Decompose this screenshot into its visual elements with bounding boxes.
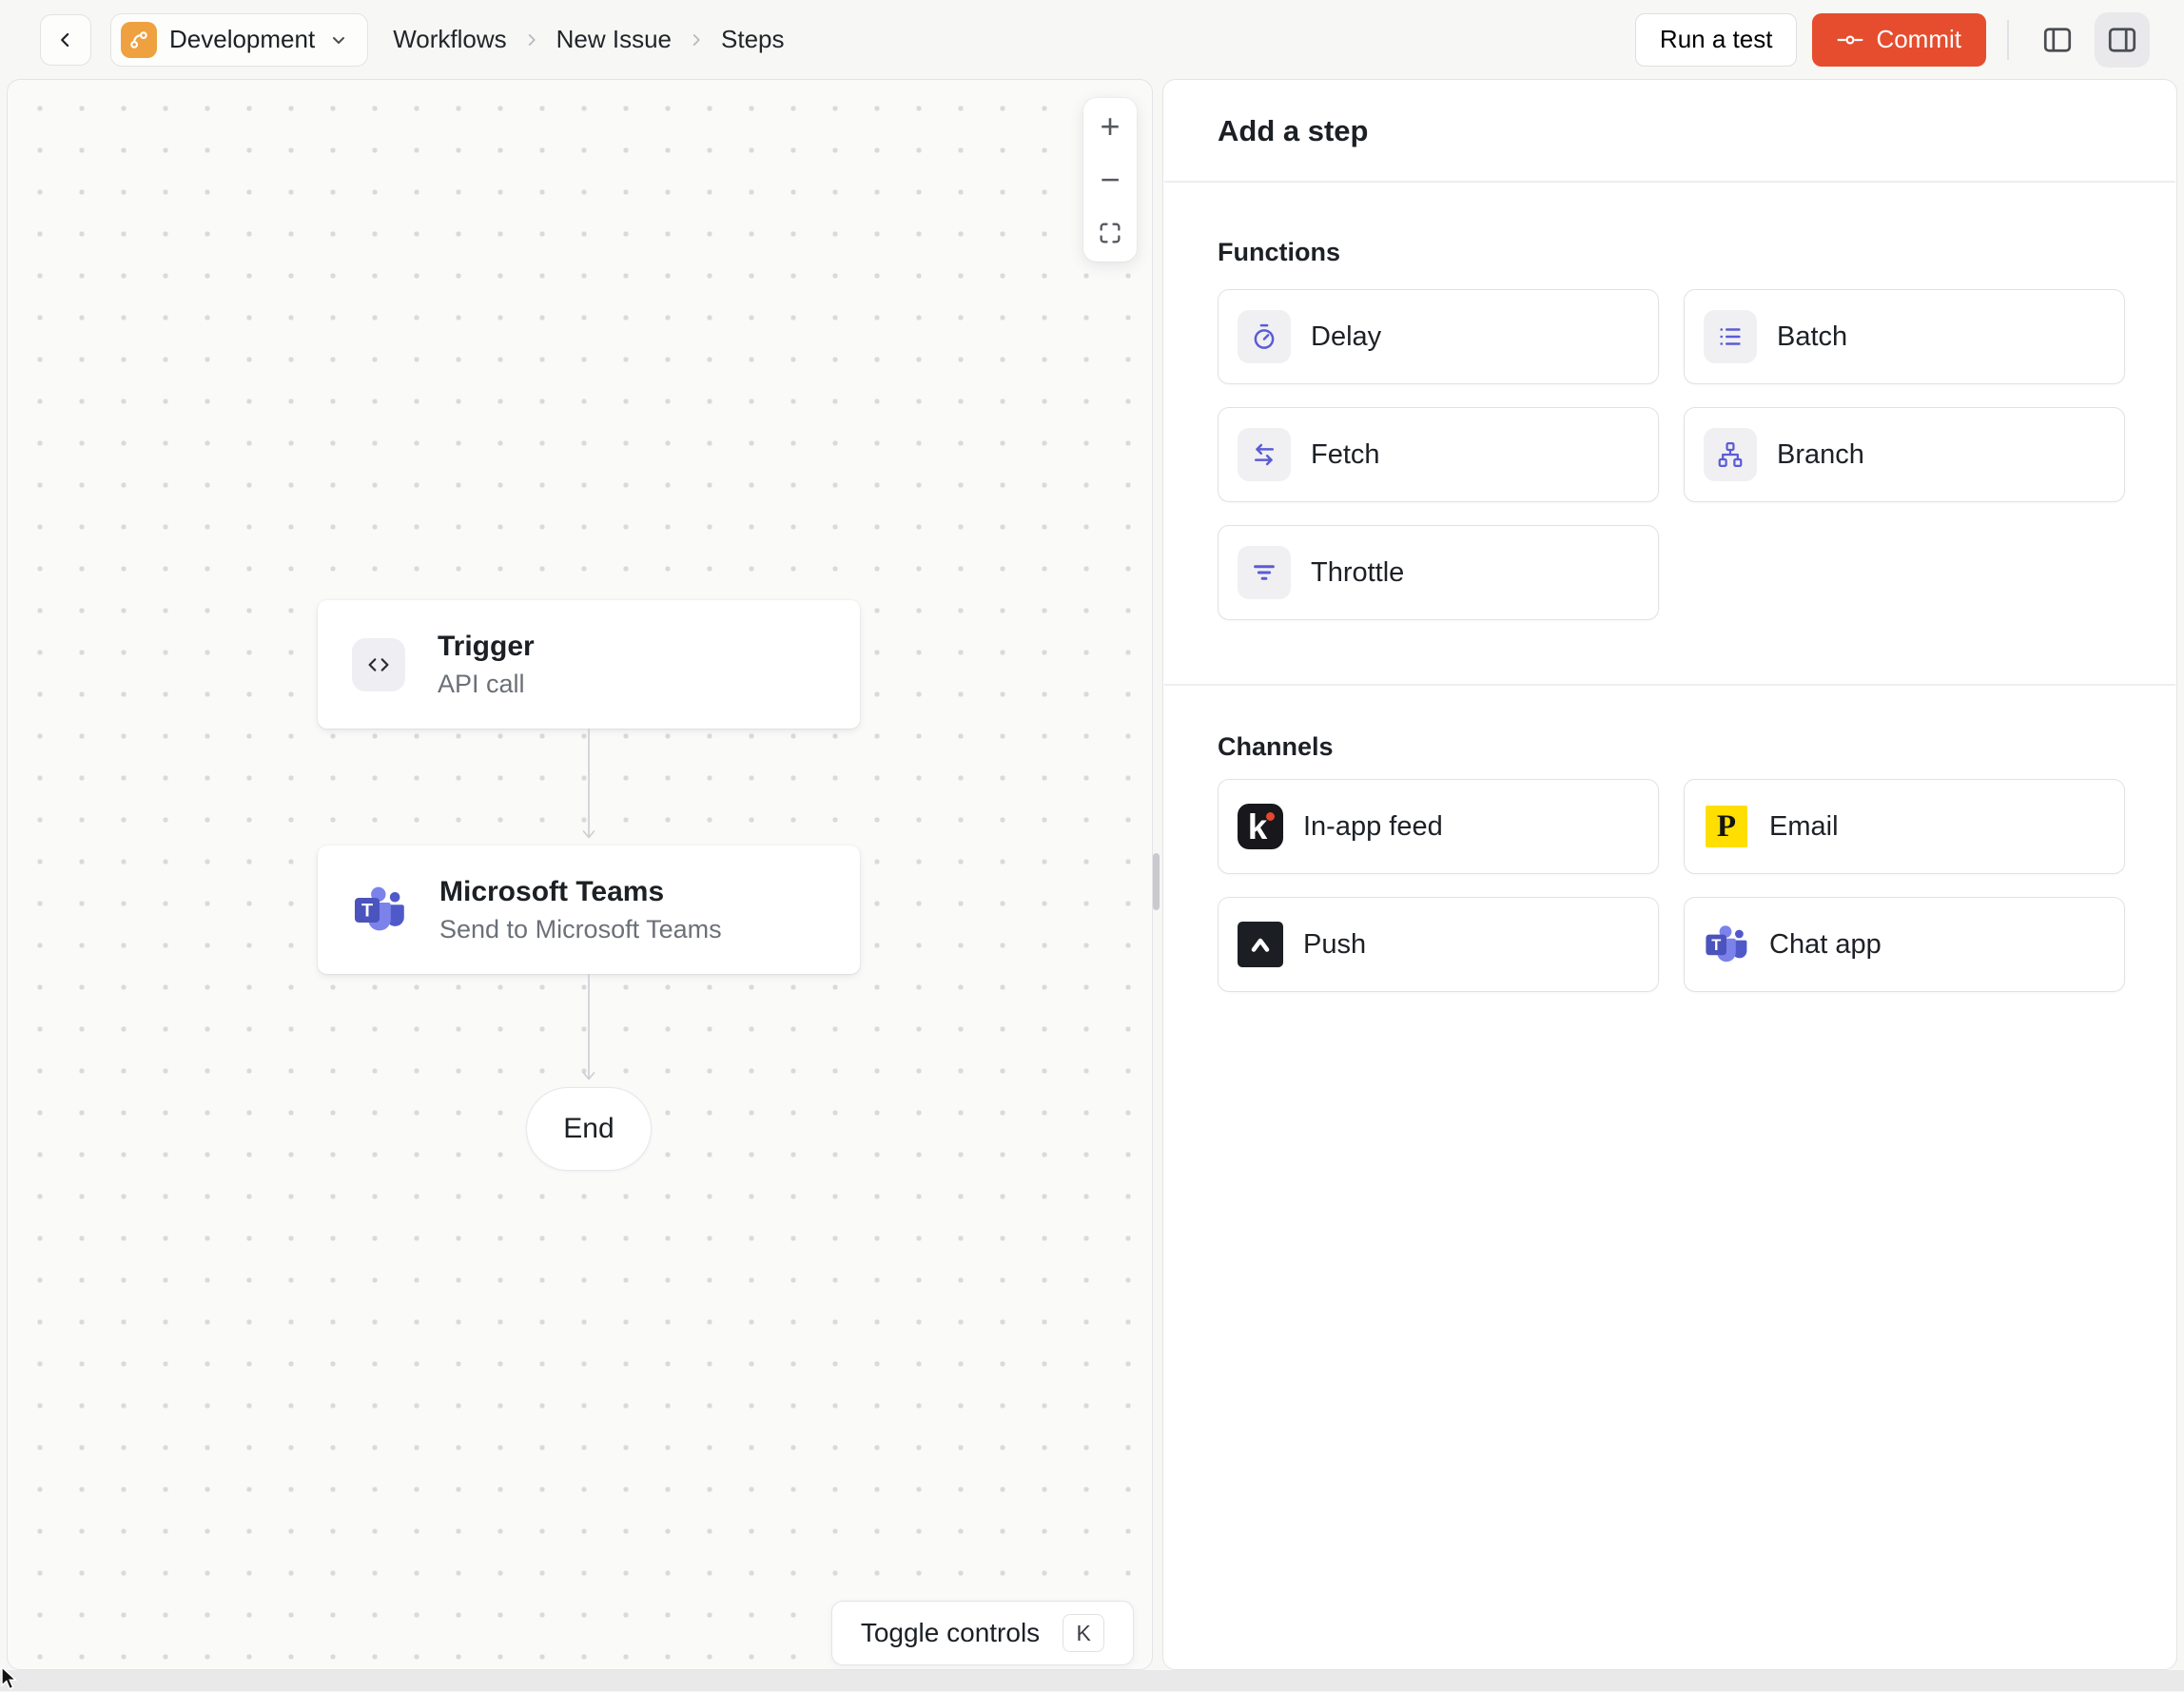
postmark-icon: P: [1706, 806, 1747, 847]
list-icon: [1704, 310, 1757, 363]
panel-right-icon: [2105, 23, 2139, 57]
toggle-controls-button[interactable]: Toggle controls K: [831, 1601, 1134, 1665]
top-bar: Development Workflows New Issue Steps Ru…: [0, 0, 2184, 79]
trigger-node[interactable]: Trigger API call: [318, 600, 860, 729]
function-card-branch[interactable]: Branch: [1684, 407, 2125, 502]
zoom-controls: + −: [1083, 98, 1137, 262]
header-divider: [2007, 19, 2009, 60]
channels-grid: k In-app feed P Email Push T Chat app: [1218, 779, 2125, 992]
git-branch-icon: [121, 21, 157, 58]
chevron-right-icon: [521, 29, 542, 50]
connector-arrow: [582, 729, 595, 839]
code-icon: [352, 637, 405, 691]
commit-icon: [1837, 33, 1863, 47]
node-title: Microsoft Teams: [439, 875, 665, 907]
end-node-label: End: [563, 1113, 614, 1144]
commit-button[interactable]: Commit: [1812, 12, 1986, 67]
card-label: Batch: [1777, 321, 1848, 352]
bottom-strip: [0, 1670, 2184, 1691]
add-step-panel: Add a step Functions Delay Batch Fetch B…: [1162, 79, 2177, 1670]
function-card-throttle[interactable]: Throttle: [1218, 525, 1659, 620]
environment-switcher[interactable]: Development: [110, 12, 369, 67]
run-test-button[interactable]: Run a test: [1634, 12, 1798, 67]
run-test-label: Run a test: [1659, 25, 1773, 53]
breadcrumb-item-workflows[interactable]: Workflows: [393, 25, 506, 54]
breadcrumb: Workflows New Issue Steps: [393, 25, 784, 54]
card-label: Push: [1303, 928, 1367, 960]
mouse-cursor: [1, 1667, 18, 1690]
end-node[interactable]: End: [526, 1087, 652, 1171]
node-subtitle: Send to Microsoft Teams: [439, 914, 722, 943]
microsoft-teams-node[interactable]: T Microsoft Teams Send to Microsoft Team…: [318, 846, 860, 974]
filter-icon: [1238, 546, 1291, 599]
breadcrumb-item-new-issue[interactable]: New Issue: [556, 25, 672, 54]
svg-text:T: T: [1711, 937, 1721, 954]
microsoft-teams-icon: T: [352, 884, 407, 937]
card-label: Email: [1769, 810, 1839, 842]
channels-heading: Channels: [1218, 732, 1334, 761]
card-label: Branch: [1777, 438, 1864, 470]
card-label: In-app feed: [1303, 810, 1443, 842]
chevron-left-icon: [53, 28, 78, 52]
card-label: Delay: [1311, 321, 1382, 352]
toggle-controls-label: Toggle controls: [860, 1618, 1041, 1647]
back-button[interactable]: [40, 13, 91, 66]
card-label: Throttle: [1311, 556, 1405, 588]
knock-dot: [1266, 812, 1275, 821]
minus-icon: −: [1100, 160, 1121, 199]
zoom-in-button[interactable]: +: [1083, 102, 1137, 151]
fit-view-button[interactable]: [1083, 208, 1137, 258]
plus-icon: +: [1100, 107, 1121, 146]
commit-label: Commit: [1876, 25, 1961, 53]
toggle-left-panel-button[interactable]: [2030, 12, 2085, 68]
chevron-down-icon: [327, 29, 350, 51]
breadcrumb-item-steps[interactable]: Steps: [721, 25, 785, 54]
swap-arrows-icon: [1238, 428, 1291, 481]
function-card-batch[interactable]: Batch: [1684, 289, 2125, 384]
microsoft-teams-icon: T: [1704, 922, 1749, 967]
function-card-fetch[interactable]: Fetch: [1218, 407, 1659, 502]
workflow-canvas[interactable]: + − Trigger API call T Microsoft Teams S…: [7, 79, 1153, 1670]
node-subtitle: API call: [438, 669, 525, 698]
keyboard-shortcut-badge: K: [1063, 1614, 1105, 1652]
function-card-delay[interactable]: Delay: [1218, 289, 1659, 384]
toggle-right-panel-button[interactable]: [2095, 11, 2150, 68]
expo-caret-icon: [1238, 922, 1283, 967]
channel-card-chat-app[interactable]: T Chat app: [1684, 897, 2125, 992]
card-label: Fetch: [1311, 438, 1380, 470]
node-title: Trigger: [438, 630, 535, 662]
branch-icon: [1704, 428, 1757, 481]
functions-grid: Delay Batch Fetch Branch Throttle: [1218, 289, 2125, 620]
channel-card-push[interactable]: Push: [1218, 897, 1659, 992]
panel-resize-handle[interactable]: [1153, 853, 1160, 910]
stopwatch-icon: [1238, 310, 1291, 363]
chevron-right-icon: [686, 29, 707, 50]
environment-label: Development: [169, 25, 316, 53]
panel-left-icon: [2040, 23, 2075, 57]
panel-title: Add a step: [1218, 114, 1369, 147]
divider: [1164, 684, 2175, 686]
fit-view-icon: [1097, 220, 1123, 246]
connector-arrow: [582, 974, 595, 1080]
svg-text:T: T: [361, 900, 373, 921]
knock-icon: k: [1238, 804, 1283, 849]
divider: [1164, 181, 2175, 183]
functions-heading: Functions: [1218, 238, 1340, 266]
zoom-out-button[interactable]: −: [1083, 155, 1137, 204]
channel-card-email[interactable]: P Email: [1684, 779, 2125, 874]
channel-card-in-app-feed[interactable]: k In-app feed: [1218, 779, 1659, 874]
card-label: Chat app: [1769, 928, 1882, 960]
